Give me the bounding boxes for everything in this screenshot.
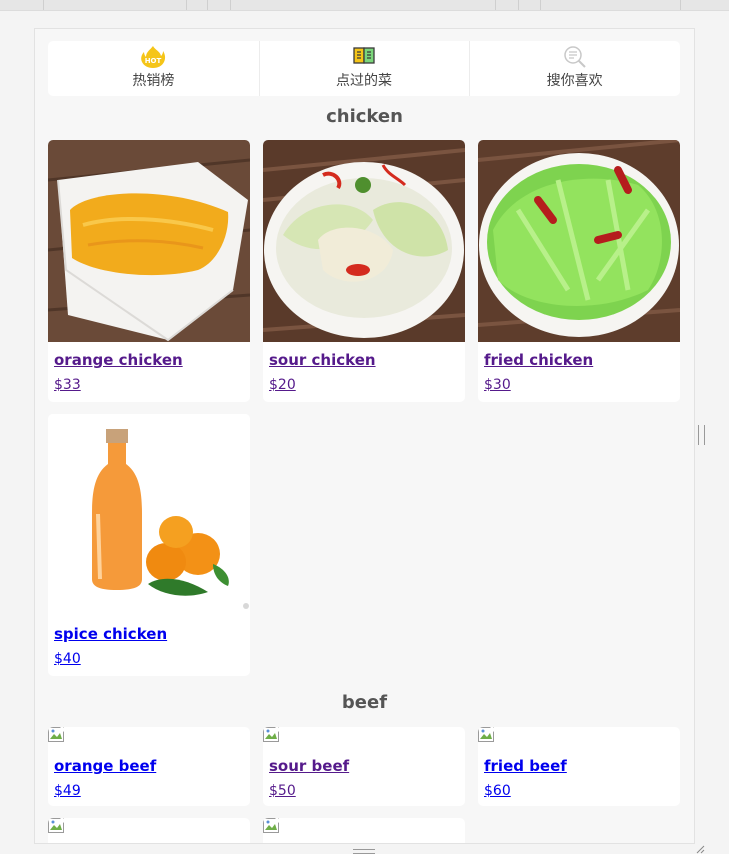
dish-card-partial xyxy=(263,818,465,843)
tab-ordered-dishes[interactable]: 点过的菜 xyxy=(258,41,470,96)
section-title-chicken: chicken xyxy=(326,106,403,127)
broken-image-icon[interactable] xyxy=(263,818,284,835)
dish-card-sour-beef: sour beef $50 xyxy=(263,727,465,806)
dish-card-partial xyxy=(48,818,250,843)
dish-image[interactable] xyxy=(48,140,250,342)
broken-image-icon[interactable] xyxy=(48,818,69,835)
search-magnifier-icon xyxy=(562,45,588,68)
dish-price-link[interactable]: $33 xyxy=(54,376,250,394)
dish-card-fried-beef: fried beef $60 xyxy=(478,727,680,806)
svg-text:HOT: HOT xyxy=(145,57,162,65)
dish-price-link[interactable]: $20 xyxy=(269,376,465,394)
dish-name-link[interactable]: spice chicken xyxy=(54,625,250,643)
side-resize-handle[interactable] xyxy=(698,425,705,445)
dish-price-link[interactable]: $60 xyxy=(484,782,680,800)
dish-name-link[interactable]: orange chicken xyxy=(54,351,250,369)
dish-card-fried-chicken: fried chicken $30 xyxy=(478,140,680,402)
category-tabs: HOT 热销榜 点过的菜 搜你喜欢 xyxy=(48,41,680,96)
dish-name-link[interactable]: sour chicken xyxy=(269,351,465,369)
dish-price-link[interactable]: $49 xyxy=(54,782,250,800)
dish-name-link[interactable]: sour beef xyxy=(269,757,465,775)
broken-image-icon[interactable] xyxy=(263,727,284,744)
browser-top-strip xyxy=(0,0,729,11)
resize-corner-icon[interactable] xyxy=(696,845,705,854)
broken-image-icon[interactable] xyxy=(48,727,69,744)
dish-card-orange-chicken: orange chicken $33 xyxy=(48,140,250,402)
dish-price-link[interactable]: $30 xyxy=(484,376,680,394)
dish-image[interactable] xyxy=(263,140,465,342)
broken-image-icon[interactable] xyxy=(478,727,499,744)
tab-label: 热销榜 xyxy=(132,73,175,89)
dish-price-link[interactable]: $50 xyxy=(269,782,465,800)
dish-name-link[interactable]: fried beef xyxy=(484,757,680,775)
tab-search-favorites[interactable]: 搜你喜欢 xyxy=(469,41,680,96)
dish-price-link[interactable]: $40 xyxy=(54,650,250,668)
dish-card-spice-chicken: spice chicken $40 xyxy=(48,414,250,676)
hot-fire-icon: HOT xyxy=(140,45,166,68)
section-title-beef: beef xyxy=(341,692,388,713)
dish-image[interactable] xyxy=(48,414,250,616)
dish-name-link[interactable]: fried chicken xyxy=(484,351,680,369)
tab-label: 搜你喜欢 xyxy=(546,73,603,89)
bottom-resize-handle[interactable] xyxy=(353,849,375,854)
dish-name-link[interactable]: orange beef xyxy=(54,757,250,775)
open-book-icon xyxy=(351,45,377,67)
tab-label: 点过的菜 xyxy=(336,73,392,89)
dish-card-sour-chicken: sour chicken $20 xyxy=(263,140,465,402)
menu-panel: HOT 热销榜 点过的菜 搜你喜欢 chicken orange chicken… xyxy=(34,28,695,844)
dish-card-orange-beef: orange beef $49 xyxy=(48,727,250,806)
dish-image[interactable] xyxy=(478,140,680,342)
tab-hot-sales[interactable]: HOT 热销榜 xyxy=(48,41,259,96)
